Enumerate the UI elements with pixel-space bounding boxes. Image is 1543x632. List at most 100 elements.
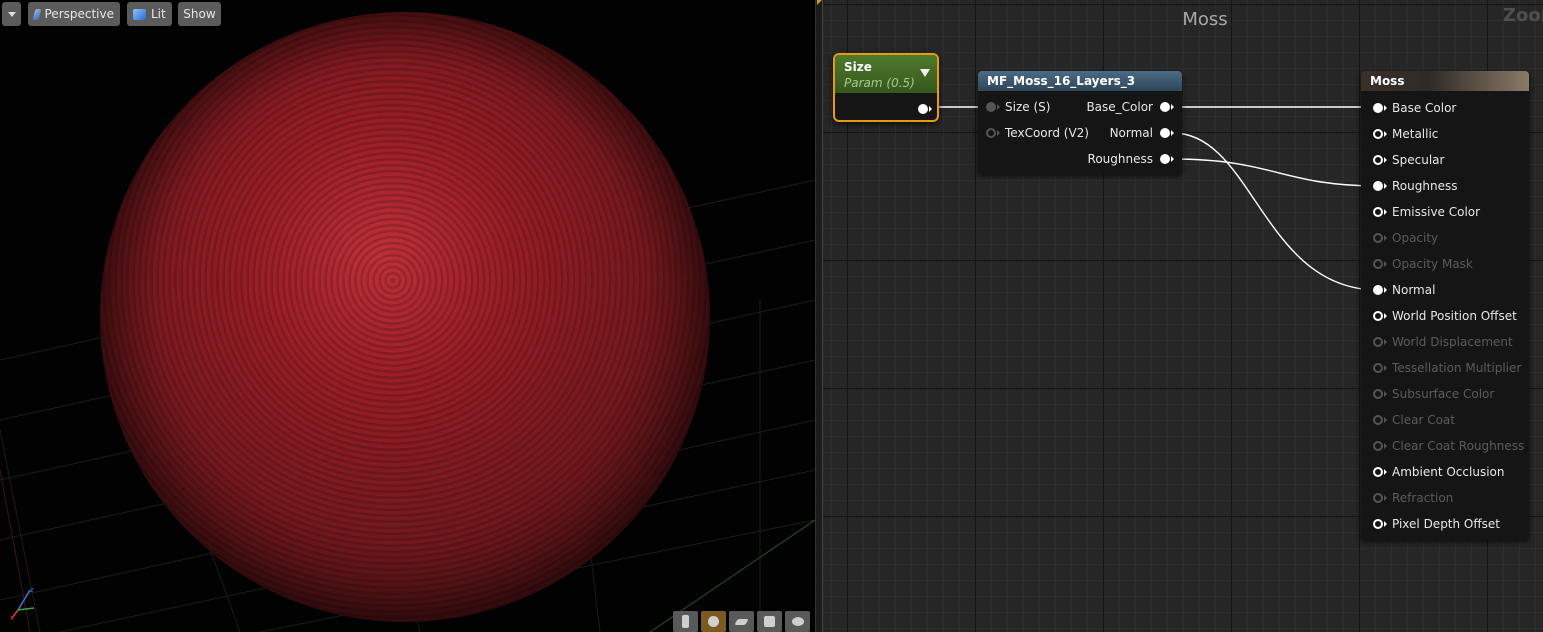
pin-arrow-icon [1171, 130, 1174, 136]
preview-mesh-toolbar [673, 611, 810, 632]
result-pin-label: Ambient Occlusion [1392, 465, 1505, 479]
pin-arrow-icon [997, 130, 1000, 136]
result-input-pin[interactable] [1373, 207, 1383, 217]
mf-output-roughness-label: Roughness [1087, 152, 1153, 166]
result-input-pin[interactable] [1373, 337, 1383, 347]
sphere-icon [708, 616, 719, 627]
pin-arrow-icon [1384, 313, 1387, 319]
result-input-pin[interactable] [1373, 181, 1383, 191]
collapse-arrow-icon[interactable] [920, 69, 930, 77]
pin-arrow-icon [1384, 209, 1387, 215]
mf-input-pin-size[interactable] [986, 102, 996, 112]
result-input-pin[interactable] [1373, 311, 1383, 321]
pin-arrow-icon [1384, 183, 1387, 189]
pin-arrow-icon [1384, 521, 1387, 527]
size-param-subtitle: Param (0.5) [844, 76, 915, 90]
result-input-pin[interactable] [1373, 233, 1383, 243]
pin-arrow-icon [1384, 157, 1387, 163]
material-result-node[interactable]: Moss Base Color Metallic Specular Roughness… [1361, 71, 1529, 540]
result-input-pin[interactable] [1373, 285, 1383, 295]
result-pin-label: Metallic [1392, 127, 1439, 141]
plane-button[interactable] [729, 611, 754, 632]
view-mode-button[interactable]: Lit [127, 2, 172, 26]
pin-arrow-icon [929, 106, 932, 112]
lit-cube-icon [133, 8, 146, 20]
chevron-down-icon [7, 11, 16, 17]
cylinder-button[interactable] [673, 611, 698, 632]
result-pin-label: World Position Offset [1392, 309, 1517, 323]
mf-input-pin-texcoord[interactable] [986, 128, 996, 138]
teapot-button[interactable] [785, 611, 810, 632]
wire-roughness [1172, 158, 1379, 187]
show-label: Show [183, 7, 216, 21]
material-function-node[interactable]: MF_Moss_16_Layers_3 Size (S) TexCoord (V… [978, 71, 1182, 174]
pin-arrow-icon [1384, 417, 1387, 423]
result-input-pin[interactable] [1373, 363, 1383, 373]
cube-icon [764, 616, 775, 627]
preview-sphere[interactable] [100, 12, 710, 622]
result-input-pin[interactable] [1373, 493, 1383, 503]
mf-output-normal-label: Normal [1109, 126, 1153, 140]
mf-output-pin-basecolor[interactable] [1160, 102, 1170, 112]
pin-arrow-icon [1171, 104, 1174, 110]
show-button[interactable]: Show [178, 2, 221, 26]
result-input-pin[interactable] [1373, 103, 1383, 113]
result-input-pin[interactable] [1373, 519, 1383, 529]
pin-arrow-icon [1384, 105, 1387, 111]
result-pin-label: Pixel Depth Offset [1392, 517, 1500, 531]
pin-arrow-icon [1384, 339, 1387, 345]
panel-splitter[interactable] [815, 0, 823, 632]
pin-arrow-icon [1384, 261, 1387, 267]
mf-output-pin-normal[interactable] [1160, 128, 1170, 138]
result-pin-label: Specular [1392, 153, 1445, 167]
pin-arrow-icon [1171, 156, 1174, 162]
sphere-button[interactable] [701, 611, 726, 632]
pin-arrow-icon [1384, 391, 1387, 397]
axis-gizmo: z x [10, 586, 35, 620]
svg-text:z: z [30, 586, 34, 594]
result-pin-label: Tessellation Multiplier [1392, 361, 1522, 375]
cube-button[interactable] [757, 611, 782, 632]
material-graph[interactable]: Moss Zoom Size Param (0.5) MF_Moss_16_La… [823, 0, 1543, 632]
mf-output-pin-roughness[interactable] [1160, 154, 1170, 164]
pin-arrow-icon [1384, 235, 1387, 241]
result-pin-label: Base Color [1392, 101, 1457, 115]
perspective-button[interactable]: Perspective [28, 2, 120, 26]
size-output-pin[interactable] [918, 104, 928, 114]
result-input-pin[interactable] [1373, 441, 1383, 451]
result-pin-label: Opacity Mask [1392, 257, 1473, 271]
result-pin-label: Roughness [1392, 179, 1458, 193]
result-pin-label: Clear Coat Roughness [1392, 439, 1525, 453]
result-pin-label: Opacity [1392, 231, 1439, 245]
pin-arrow-icon [997, 104, 1000, 110]
viewport-options-button[interactable] [2, 2, 21, 26]
teapot-icon [791, 617, 804, 626]
lit-label: Lit [151, 7, 166, 21]
pin-arrow-icon [1384, 495, 1387, 501]
result-input-pin[interactable] [1373, 259, 1383, 269]
pin-arrow-icon [1384, 443, 1387, 449]
mf-output-basecolor-label: Base_Color [1086, 100, 1153, 114]
result-input-pin[interactable] [1373, 415, 1383, 425]
result-pin-label: Clear Coat [1392, 413, 1455, 427]
result-pin-label: Normal [1392, 283, 1436, 297]
pin-arrow-icon [1384, 365, 1387, 371]
result-input-pin[interactable] [1373, 389, 1383, 399]
result-pin-label: Subsurface Color [1392, 387, 1495, 401]
mf-input-size-label: Size (S) [1005, 100, 1051, 114]
splitter-marker [817, 0, 822, 5]
mf-input-texcoord-label: TexCoord (V2) [1005, 126, 1089, 140]
plane-icon [734, 618, 749, 625]
size-param-node[interactable]: Size Param (0.5) [833, 53, 939, 122]
result-input-pin[interactable] [1373, 155, 1383, 165]
pin-arrow-icon [1384, 469, 1387, 475]
perspective-label: Perspective [44, 7, 115, 21]
result-input-pin[interactable] [1373, 129, 1383, 139]
perspective-icon [32, 8, 41, 20]
result-input-pin[interactable] [1373, 467, 1383, 477]
pin-arrow-icon [1384, 287, 1387, 293]
material-preview-viewport[interactable]: Perspective Lit Show z x [0, 0, 815, 632]
result-node-title[interactable]: Moss [1361, 71, 1529, 91]
result-pin-label: Refraction [1392, 491, 1454, 505]
mf-node-title[interactable]: MF_Moss_16_Layers_3 [978, 71, 1182, 91]
